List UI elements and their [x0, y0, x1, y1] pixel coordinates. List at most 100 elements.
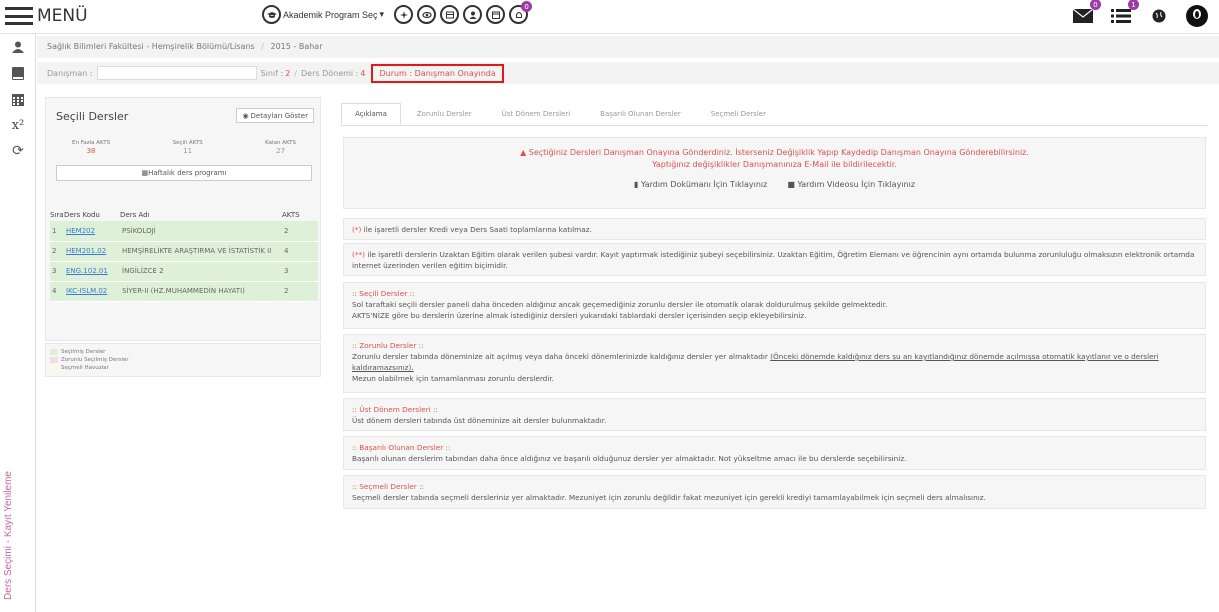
tab-basarili-olunan-dersler[interactable]: Başarılı Olunan Dersler: [586, 103, 695, 125]
program-select-label: Akademik Program Seç: [283, 9, 378, 20]
bell-icon[interactable]: 0: [509, 1, 533, 24]
course-code-link[interactable]: HEM202: [66, 227, 95, 235]
tab-bar: Açıklama Zorunlu Dersler Üst Dönem Dersl…: [341, 103, 780, 125]
section-text: Üst dönem dersleri tabında üst döneminiz…: [352, 415, 607, 425]
info-separator: /: [294, 68, 297, 78]
menu-button[interactable]: MENÜ: [5, 6, 88, 26]
section-text: Zorunlu dersler tabında döneminize ait a…: [352, 352, 1197, 374]
akts-stats: En Fazla AKTS 38 Seçili AKTS 11 Kalan AKTS…: [56, 140, 312, 155]
program-select[interactable]: Akademik Program Seç ▾: [262, 5, 384, 24]
compass-icon[interactable]: [394, 5, 414, 24]
eye-small-icon: ◉: [242, 111, 249, 120]
term-value: 4: [360, 68, 366, 78]
tab-secmeli-dersler[interactable]: Seçmeli Dersler: [697, 103, 780, 125]
stat-label: Kalan AKTS: [265, 140, 296, 146]
course-code-link[interactable]: ENG.102.01: [66, 267, 108, 275]
section-title: :: Seçili Dersler ::: [352, 289, 415, 298]
course-akts: 2: [282, 221, 318, 242]
section-basarili: :: Başarılı Olunan Dersler :: Başarılı o…: [343, 436, 1206, 470]
section-zorunlu: :: Zorunlu Dersler :: Zorunlu dersler ta…: [343, 334, 1206, 393]
user-icon[interactable]: [463, 5, 483, 24]
calendar-sidebar-icon[interactable]: [0, 86, 36, 112]
stat-label: Seçili AKTS: [172, 140, 203, 146]
video-camera-icon: ■: [787, 180, 798, 189]
course-code-link[interactable]: HEM201.02: [66, 247, 106, 255]
selected-courses-panel: Seçili Dersler ◉ Detayları Göster En Faz…: [45, 97, 321, 341]
course-name: HEMŞİRELİKTE ARAŞTIRMA VE İSTATİSTİK II: [120, 241, 282, 262]
section-secmeli: :: Seçmeli Dersler :: Seçmeli dersler ta…: [343, 475, 1206, 509]
globe-icon[interactable]: [1147, 5, 1171, 27]
row-number: 1: [50, 221, 64, 242]
section-text: Başarılı olunan derslerim tabından daha …: [352, 453, 907, 463]
column-header: AKTS: [282, 210, 300, 219]
calendar-small-icon: ▦: [141, 169, 149, 177]
legend-item: Zorunlu Seçilmiş Dersler: [50, 356, 316, 364]
note-marker: (**): [352, 250, 365, 259]
help-video-link[interactable]: ■ Yardım Videosu İçin Tıklayınız: [787, 179, 915, 191]
section-ust-donem: :: Üst Dönem Dersleri :: Üst dönem dersl…: [343, 398, 1206, 431]
note-text: ile işaretli derslerin Uzaktan Eğitim ol…: [352, 250, 1195, 270]
notice-line-2: Yaptığınız değişiklikler Danışmanınıza E…: [652, 160, 897, 169]
legend-item: Seçilmiş Dersler: [50, 348, 316, 356]
info-bar: Danışman : Sınıf : 2 / Ders Dönemi : 4 D…: [37, 62, 1219, 84]
tab-aciklama[interactable]: Açıklama: [341, 103, 401, 125]
term-label: Ders Dönemi :: [300, 68, 359, 78]
note-star2: (**) ile işaretli derslerin Uzaktan Eğit…: [343, 243, 1206, 276]
warning-icon: ▲: [520, 148, 529, 157]
course-name: İNGİLİZCE 2: [120, 261, 282, 282]
mail-icon[interactable]: 0: [1071, 0, 1101, 27]
table-row: 2 HEM201.02 HEMŞİRELİKTE ARAŞTIRMA VE İS…: [50, 241, 318, 262]
section-text: Seçmeli dersler tabında seçmeli dersleri…: [352, 492, 986, 502]
help-doc-label: Yardım Dokümanı İçin Tıklayınız: [640, 180, 768, 189]
notice-box: ▲ Seçtiğiniz Dersleri Danışman Onayına G…: [343, 137, 1206, 209]
superscript-icon[interactable]: x²: [0, 112, 36, 138]
stat-value: 38: [86, 147, 96, 155]
caret-down-icon: ▾: [379, 9, 385, 19]
legend-label: Seçmeli Havuzlar: [61, 365, 109, 371]
table-header-row: Sıra Ders Kodu Ders Adı AKTS: [50, 208, 318, 221]
show-details-button[interactable]: ◉ Detayları Göster: [236, 108, 314, 123]
stat-max-akts: En Fazla AKTS 38: [72, 140, 110, 155]
row-number: 3: [50, 261, 64, 282]
mail-badge: 0: [1090, 0, 1101, 10]
status-badge: Durum : Danışman Onayında: [371, 63, 504, 83]
breadcrumb-separator: /: [261, 42, 264, 51]
course-akts: 3: [282, 261, 318, 282]
task-list-icon[interactable]: 1: [1109, 0, 1139, 27]
book-icon[interactable]: [0, 60, 36, 86]
note-text: ile işaretli dersler Kredi veya Ders Saa…: [361, 225, 592, 234]
list-box-icon[interactable]: [440, 5, 460, 24]
eye-icon[interactable]: [417, 5, 437, 24]
row-number: 2: [50, 241, 64, 262]
profile-avatar-icon[interactable]: [1185, 5, 1209, 27]
class-label: Sınıf :: [260, 68, 284, 78]
section-title: :: Üst Dönem Dersleri ::: [352, 405, 438, 414]
weekly-schedule-button[interactable]: ▦ Haftalık ders programı: [56, 165, 312, 181]
legend: Seçilmiş Dersler Zorunlu Seçilmiş Dersle…: [45, 343, 321, 377]
sidebar-vertical-label: Ders Seçimi - Kayıt Yenileme: [3, 471, 14, 600]
section-text: AKTS'NİZE göre bu derslerin üzerine alma…: [352, 310, 807, 320]
section-text: Sol taraftaki seçili dersler paneli daha…: [352, 299, 888, 309]
help-doc-link[interactable]: ▮ Yardım Dokümanı İçin Tıklayınız: [634, 179, 767, 191]
notice-line-1: ▲ Seçtiğiniz Dersleri Danışman Onayına G…: [352, 147, 1197, 159]
table-row: 3 ENG.102.01 İNGİLİZCE 2 3: [50, 261, 318, 282]
advisor-field[interactable]: [96, 66, 257, 80]
top-bar: MENÜ Akademik Program Seç ▾ 0 0 1: [0, 0, 1219, 34]
calendar-icon[interactable]: [486, 5, 506, 24]
column-header: Ders Adı: [120, 210, 150, 219]
breadcrumb-faculty[interactable]: Sağlık Bilimleri Fakültesi - Hemşirelik …: [47, 42, 255, 51]
tab-zorunlu-dersler[interactable]: Zorunlu Dersler: [403, 103, 486, 125]
course-code-link[interactable]: IKC-ISLM.02: [66, 287, 107, 295]
refresh-icon[interactable]: ⟳: [0, 138, 36, 164]
tab-ust-donem-dersleri[interactable]: Üst Dönem Dersleri: [488, 103, 585, 125]
course-name: PSİKOLOJİ: [120, 221, 282, 242]
column-header: Sıra: [50, 210, 64, 219]
program-toolbar: Akademik Program Seç ▾ 0: [262, 1, 533, 24]
stat-value: 11: [183, 147, 193, 155]
user-sidebar-icon[interactable]: [0, 34, 36, 60]
stat-value: 27: [276, 147, 286, 155]
section-secili: :: Seçili Dersler :: Sol taraftaki seçil…: [343, 282, 1206, 329]
note-marker: (*): [352, 225, 362, 234]
row-number: 4: [50, 281, 64, 302]
course-name: SİYER-II (HZ.MUHAMMEDİN HAYATI): [120, 281, 282, 302]
